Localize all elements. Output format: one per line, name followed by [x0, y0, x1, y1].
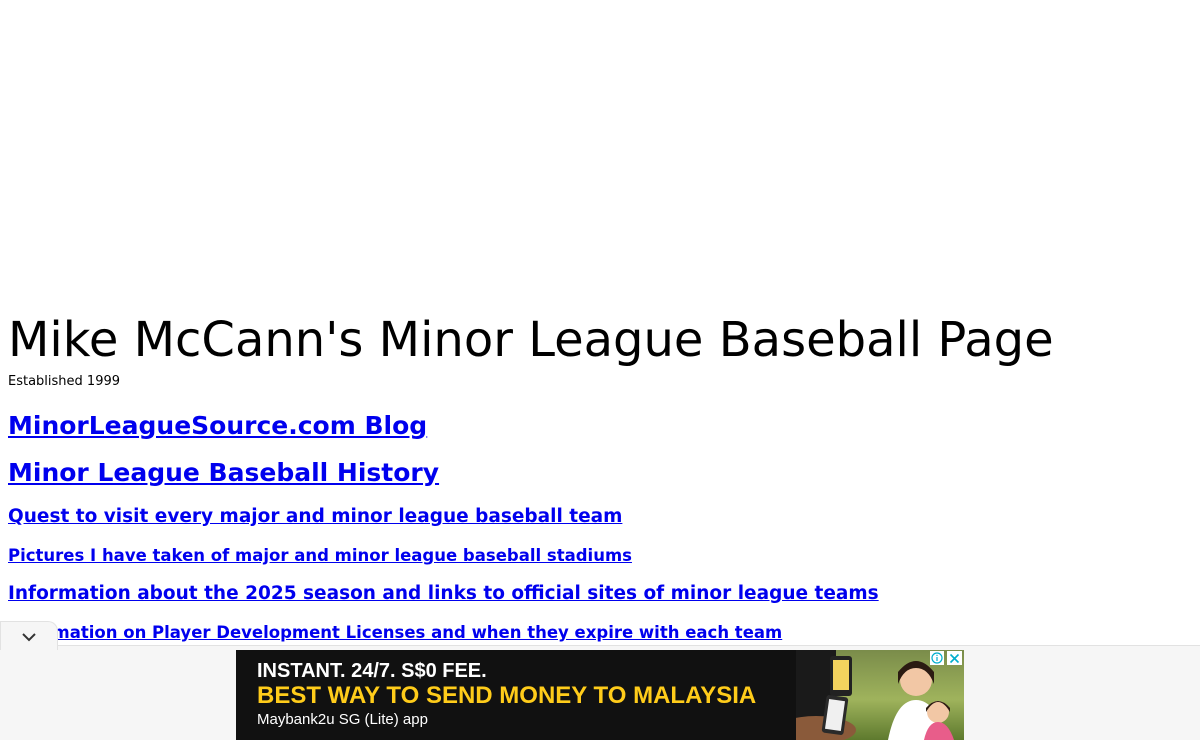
- link-player-development-licenses[interactable]: Information on Player Development Licens…: [8, 623, 782, 642]
- page-title: Mike McCann's Minor League Baseball Page: [8, 312, 1054, 368]
- ad-banner[interactable]: INSTANT. 24/7. S$0 FEE. BEST WAY TO SEND…: [236, 650, 964, 740]
- link-history[interactable]: Minor League Baseball History: [8, 458, 439, 487]
- ad-tagline: INSTANT. 24/7. S$0 FEE.: [257, 660, 487, 682]
- close-icon[interactable]: [947, 651, 962, 665]
- established-text: Established 1999: [8, 374, 121, 389]
- link-2025-season[interactable]: Information about the 2025 season and li…: [8, 583, 879, 604]
- link-stadium-pictures[interactable]: Pictures I have taken of major and minor…: [8, 546, 632, 565]
- top-blank-area: [0, 0, 1200, 300]
- link-quest[interactable]: Quest to visit every major and minor lea…: [8, 506, 622, 527]
- chevron-down-icon: [21, 627, 37, 646]
- ad-collapse-button[interactable]: [0, 621, 58, 650]
- ad-headline: BEST WAY TO SEND MONEY TO MALAYSIA: [257, 682, 757, 709]
- link-blog[interactable]: MinorLeagueSource.com Blog: [8, 411, 427, 440]
- info-icon[interactable]: [930, 651, 944, 665]
- ad-app-name: Maybank2u SG (Lite) app: [257, 711, 428, 728]
